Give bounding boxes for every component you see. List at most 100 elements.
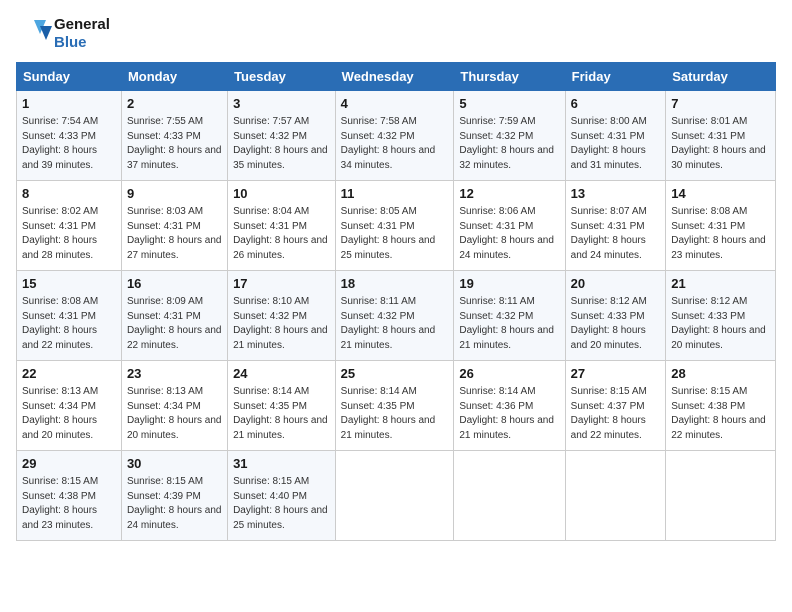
day-info: Sunrise: 7:59 AMSunset: 4:32 PMDaylight:… <box>459 115 559 173</box>
day-cell: 3 Sunrise: 7:57 AMSunset: 4:32 PMDaylight… <box>228 91 336 181</box>
day-number: 10 <box>233 185 330 203</box>
day-cell: 6Sunrise: 8:00 AMSunset: 4:31 PMDaylight… <box>565 91 666 181</box>
day-cell: 1Sunrise: 7:54 AMSunset: 4:33 PMDaylight… <box>17 91 122 181</box>
day-cell: 14 Sunrise: 8:08 AMSunset: 4:31 PMDayligh… <box>666 181 776 271</box>
day-cell: 31 Sunrise: 8:15 AMSunset: 4:40 PMDayligh… <box>228 451 336 541</box>
day-cell: 24Sunrise: 8:14 AMSunset: 4:35 PMDayligh… <box>228 361 336 451</box>
header-cell-thursday: Thursday <box>454 63 565 91</box>
day-info: Sunrise: 8:14 AMSunset: 4:35 PMDaylight:… <box>233 385 330 443</box>
day-info: Sunrise: 8:05 AMSunset: 4:31 PMDaylight:… <box>341 205 449 263</box>
header-row: SundayMondayTuesdayWednesdayThursdayFrid… <box>17 63 776 91</box>
day-cell: 16 Sunrise: 8:09 AMSunset: 4:31 PMDayligh… <box>121 271 227 361</box>
header-cell-monday: Monday <box>121 63 227 91</box>
day-cell: 17 Sunrise: 8:10 AMSunset: 4:32 PMDayligh… <box>228 271 336 361</box>
day-number: 7 <box>671 95 770 113</box>
day-number: 5 <box>459 95 559 113</box>
day-info: Sunrise: 8:14 AMSunset: 4:35 PMDaylight:… <box>341 385 449 443</box>
day-number: 29 <box>22 455 116 473</box>
day-cell <box>335 451 454 541</box>
day-number: 11 <box>341 185 449 203</box>
day-info: Sunrise: 8:15 AMSunset: 4:37 PMDaylight:… <box>571 385 661 443</box>
day-number: 20 <box>571 275 661 293</box>
day-number: 4 <box>341 95 449 113</box>
page-header: General Blue <box>16 16 776 52</box>
day-cell: 9Sunrise: 8:03 AMSunset: 4:31 PMDaylight… <box>121 181 227 271</box>
day-number: 12 <box>459 185 559 203</box>
day-info: Sunrise: 8:04 AMSunset: 4:31 PMDaylight:… <box>233 205 330 263</box>
day-info: Sunrise: 8:02 AMSunset: 4:31 PMDaylight:… <box>22 205 116 263</box>
day-cell: 10 Sunrise: 8:04 AMSunset: 4:31 PMDayligh… <box>228 181 336 271</box>
day-info: Sunrise: 8:12 AMSunset: 4:33 PMDaylight:… <box>671 295 770 353</box>
day-cell: 7 Sunrise: 8:01 AMSunset: 4:31 PMDaylight… <box>666 91 776 181</box>
logo: General Blue <box>16 16 110 52</box>
day-info: Sunrise: 8:10 AMSunset: 4:32 PMDaylight:… <box>233 295 330 353</box>
day-info: Sunrise: 8:11 AMSunset: 4:32 PMDaylight:… <box>459 295 559 353</box>
day-number: 14 <box>671 185 770 203</box>
day-cell: 12 Sunrise: 8:06 AMSunset: 4:31 PMDayligh… <box>454 181 565 271</box>
day-number: 19 <box>459 275 559 293</box>
week-row-1: 1Sunrise: 7:54 AMSunset: 4:33 PMDaylight… <box>17 91 776 181</box>
day-cell: 4 Sunrise: 7:58 AMSunset: 4:32 PMDaylight… <box>335 91 454 181</box>
day-cell: 27 Sunrise: 8:15 AMSunset: 4:37 PMDayligh… <box>565 361 666 451</box>
week-row-5: 29 Sunrise: 8:15 AMSunset: 4:38 PMDayligh… <box>17 451 776 541</box>
day-info: Sunrise: 8:15 AMSunset: 4:38 PMDaylight:… <box>671 385 770 443</box>
day-info: Sunrise: 8:01 AMSunset: 4:31 PMDaylight:… <box>671 115 770 173</box>
day-info: Sunrise: 8:13 AMSunset: 4:34 PMDaylight:… <box>22 385 116 443</box>
day-number: 3 <box>233 95 330 113</box>
day-info: Sunrise: 8:06 AMSunset: 4:31 PMDaylight:… <box>459 205 559 263</box>
header-cell-wednesday: Wednesday <box>335 63 454 91</box>
day-cell: 13 Sunrise: 8:07 AMSunset: 4:31 PMDayligh… <box>565 181 666 271</box>
calendar-table: SundayMondayTuesdayWednesdayThursdayFrid… <box>16 62 776 541</box>
day-number: 2 <box>127 95 222 113</box>
day-number: 23 <box>127 365 222 383</box>
day-cell: 30 Sunrise: 8:15 AMSunset: 4:39 PMDayligh… <box>121 451 227 541</box>
day-number: 27 <box>571 365 661 383</box>
day-cell: 5 Sunrise: 7:59 AMSunset: 4:32 PMDaylight… <box>454 91 565 181</box>
day-number: 25 <box>341 365 449 383</box>
day-info: Sunrise: 8:15 AMSunset: 4:39 PMDaylight:… <box>127 475 222 533</box>
day-info: Sunrise: 7:55 AMSunset: 4:33 PMDaylight:… <box>127 115 222 173</box>
day-number: 21 <box>671 275 770 293</box>
logo-graphic: General Blue <box>16 16 110 52</box>
day-info: Sunrise: 8:07 AMSunset: 4:31 PMDaylight:… <box>571 205 661 263</box>
day-info: Sunrise: 8:08 AMSunset: 4:31 PMDaylight:… <box>671 205 770 263</box>
day-info: Sunrise: 8:12 AMSunset: 4:33 PMDaylight:… <box>571 295 661 353</box>
day-number: 31 <box>233 455 330 473</box>
header-cell-saturday: Saturday <box>666 63 776 91</box>
day-number: 26 <box>459 365 559 383</box>
day-info: Sunrise: 8:15 AMSunset: 4:38 PMDaylight:… <box>22 475 116 533</box>
week-row-2: 8 Sunrise: 8:02 AMSunset: 4:31 PMDaylight… <box>17 181 776 271</box>
header-cell-tuesday: Tuesday <box>228 63 336 91</box>
day-number: 13 <box>571 185 661 203</box>
day-number: 1 <box>22 95 116 113</box>
day-cell: 22Sunrise: 8:13 AMSunset: 4:34 PMDayligh… <box>17 361 122 451</box>
day-number: 15 <box>22 275 116 293</box>
day-info: Sunrise: 8:13 AMSunset: 4:34 PMDaylight:… <box>127 385 222 443</box>
day-cell: 28 Sunrise: 8:15 AMSunset: 4:38 PMDayligh… <box>666 361 776 451</box>
day-cell <box>454 451 565 541</box>
day-cell: 18Sunrise: 8:11 AMSunset: 4:32 PMDayligh… <box>335 271 454 361</box>
day-cell: 11 Sunrise: 8:05 AMSunset: 4:31 PMDayligh… <box>335 181 454 271</box>
day-number: 28 <box>671 365 770 383</box>
logo-text: General Blue <box>54 16 110 52</box>
day-info: Sunrise: 8:08 AMSunset: 4:31 PMDaylight:… <box>22 295 116 353</box>
day-number: 30 <box>127 455 222 473</box>
day-number: 17 <box>233 275 330 293</box>
day-cell: 19 Sunrise: 8:11 AMSunset: 4:32 PMDayligh… <box>454 271 565 361</box>
day-cell: 25 Sunrise: 8:14 AMSunset: 4:35 PMDayligh… <box>335 361 454 451</box>
day-number: 8 <box>22 185 116 203</box>
day-cell: 20 Sunrise: 8:12 AMSunset: 4:33 PMDayligh… <box>565 271 666 361</box>
day-cell: 21 Sunrise: 8:12 AMSunset: 4:33 PMDayligh… <box>666 271 776 361</box>
day-number: 16 <box>127 275 222 293</box>
day-info: Sunrise: 8:00 AMSunset: 4:31 PMDaylight:… <box>571 115 661 173</box>
logo-icon <box>16 16 52 52</box>
day-cell: 15 Sunrise: 8:08 AMSunset: 4:31 PMDayligh… <box>17 271 122 361</box>
day-info: Sunrise: 8:14 AMSunset: 4:36 PMDaylight:… <box>459 385 559 443</box>
day-info: Sunrise: 8:09 AMSunset: 4:31 PMDaylight:… <box>127 295 222 353</box>
day-info: Sunrise: 8:15 AMSunset: 4:40 PMDaylight:… <box>233 475 330 533</box>
week-row-3: 15 Sunrise: 8:08 AMSunset: 4:31 PMDayligh… <box>17 271 776 361</box>
day-info: Sunrise: 7:57 AMSunset: 4:32 PMDaylight:… <box>233 115 330 173</box>
day-info: Sunrise: 8:11 AMSunset: 4:32 PMDaylight:… <box>341 295 449 353</box>
day-cell: 23 Sunrise: 8:13 AMSunset: 4:34 PMDayligh… <box>121 361 227 451</box>
day-info: Sunrise: 7:58 AMSunset: 4:32 PMDaylight:… <box>341 115 449 173</box>
